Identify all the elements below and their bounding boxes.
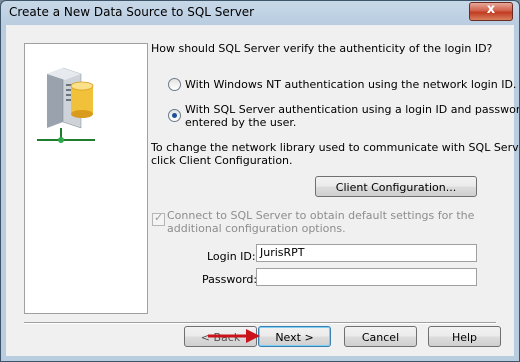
close-icon: x (486, 2, 496, 17)
title-bar: Create a New Data Source to SQL Server x (1, 1, 519, 25)
next-button[interactable]: Next > (258, 326, 331, 347)
connect-checkbox[interactable]: ✓ (152, 211, 165, 226)
radio-sql-auth-label[interactable]: With SQL Server authentication using a l… (185, 103, 519, 116)
connect-checkbox-label: Connect to SQL Server to obtain default … (167, 209, 475, 222)
password-label: Password: (202, 273, 258, 286)
radio-windows-auth[interactable] (168, 78, 181, 91)
red-arrow-icon (208, 329, 260, 343)
radio-sql-auth-label-line2[interactable]: entered by the user. (185, 116, 296, 129)
server-network-icon (37, 67, 95, 143)
check-icon: ✓ (154, 211, 164, 224)
connect-checkbox-label-line2: additional configuration options. (167, 222, 346, 235)
dialog-body: How should SQL Server verify the authent… (6, 25, 519, 356)
radio-windows-auth-label[interactable]: With Windows NT authentication using the… (185, 78, 516, 91)
window-title: Create a New Data Source to SQL Server (9, 5, 255, 19)
auth-question: How should SQL Server verify the authent… (151, 42, 493, 55)
dialog-window: Create a New Data Source to SQL Server x (0, 0, 520, 362)
close-button[interactable]: x (469, 2, 513, 21)
client-configuration-button[interactable]: Client Configuration... (315, 176, 477, 197)
network-library-text-line2: click Client Configuration. (151, 154, 293, 167)
cancel-button[interactable]: Cancel (344, 326, 417, 347)
login-id-field[interactable]: JurisRPT (256, 244, 477, 262)
password-field[interactable] (256, 268, 477, 286)
radio-sql-auth[interactable] (168, 109, 181, 122)
illustration-panel (24, 43, 148, 314)
help-button[interactable]: Help (428, 326, 501, 347)
login-id-label: Login ID: (207, 250, 256, 263)
separator (24, 322, 496, 324)
network-library-text: To change the network library used to co… (151, 141, 520, 154)
